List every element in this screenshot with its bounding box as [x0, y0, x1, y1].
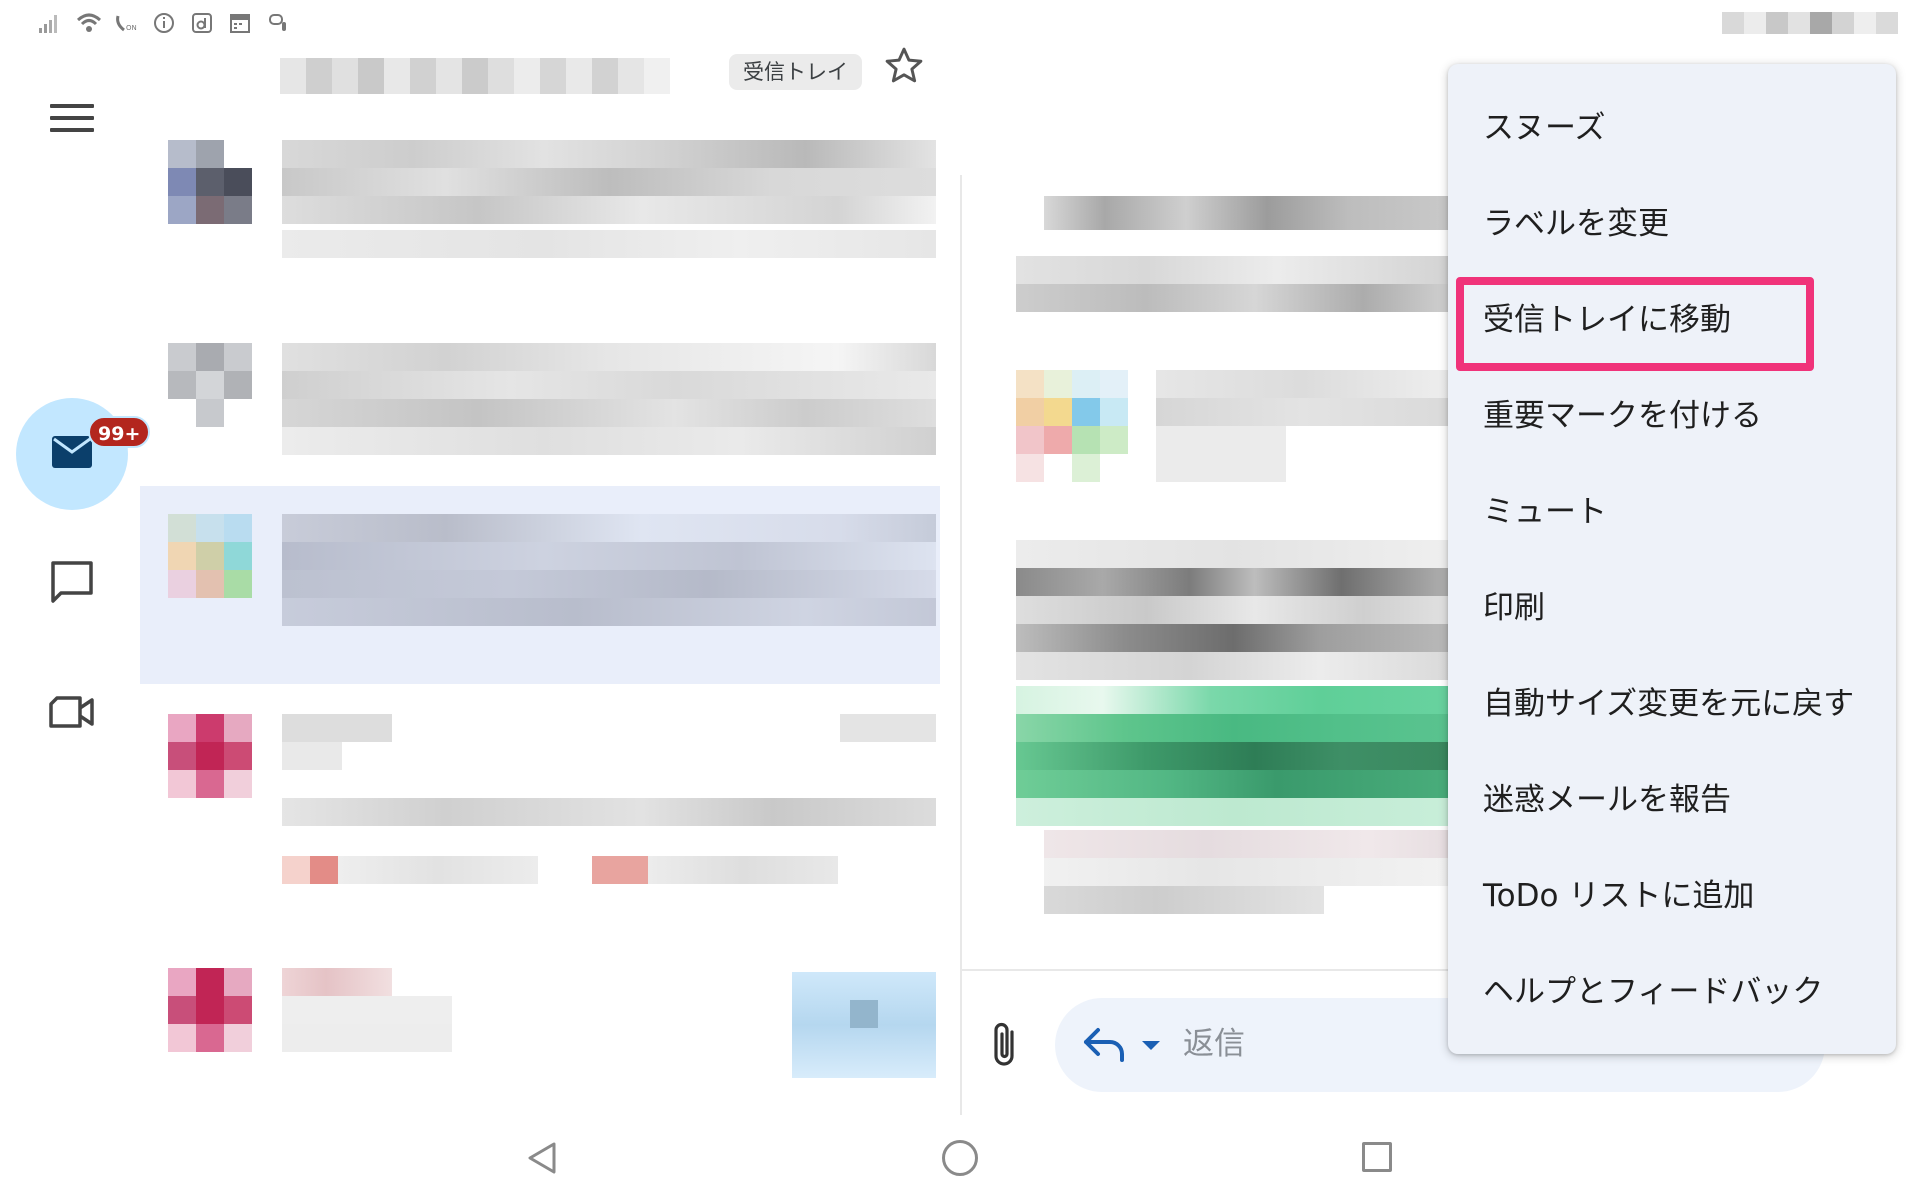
list-item[interactable] — [140, 315, 940, 475]
d-app-icon — [190, 12, 214, 36]
star-outline-icon[interactable] — [882, 44, 926, 88]
menu-item-print[interactable]: 印刷 — [1448, 560, 1896, 656]
highlight-annotation-box — [1456, 277, 1814, 371]
home-icon[interactable] — [942, 1140, 978, 1176]
mail-icon — [52, 436, 92, 468]
inbox-label-chip[interactable]: 受信トレイ — [729, 54, 862, 90]
back-icon[interactable] — [524, 1140, 560, 1176]
status-bar: ON — [0, 0, 1920, 50]
reply-placeholder: 返信 — [1183, 1026, 1245, 1062]
menu-item-change-labels[interactable]: ラベルを変更 — [1448, 176, 1896, 272]
pane-divider — [960, 175, 962, 1115]
list-item[interactable] — [140, 700, 940, 920]
menu-item-report-spam[interactable]: 迷惑メールを報告 — [1448, 752, 1896, 848]
chevron-down-icon[interactable] — [1140, 1038, 1162, 1052]
menu-item-add-to-tasks[interactable]: ToDo リストに追加 — [1448, 848, 1896, 944]
recents-icon[interactable] — [1362, 1142, 1392, 1172]
avatar — [168, 343, 196, 371]
mic-icon — [266, 12, 290, 36]
list-item-selected[interactable] — [140, 486, 940, 684]
list-item[interactable] — [140, 130, 940, 300]
avatar — [168, 714, 196, 742]
avatar — [168, 140, 196, 168]
meet-icon[interactable] — [48, 688, 96, 736]
overflow-menu: スヌーズ ラベルを変更 受信トレイに移動 重要マークを付ける ミュート 印刷 自… — [1448, 64, 1896, 1054]
avatar — [1016, 370, 1044, 398]
avatar — [168, 968, 196, 996]
rail-mail-button[interactable]: 99+ — [16, 398, 151, 510]
avatar — [168, 514, 196, 542]
signal-icon — [38, 12, 62, 36]
svg-text:ON: ON — [126, 24, 137, 32]
menu-item-mute[interactable]: ミュート — [1448, 464, 1896, 560]
hamburger-icon[interactable] — [50, 104, 94, 134]
volte-icon: ON — [114, 12, 138, 36]
menu-item-help-feedback[interactable]: ヘルプとフィードバック — [1448, 944, 1896, 1040]
status-right-blurred — [1722, 12, 1898, 34]
reply-divider — [962, 969, 1452, 971]
calendar-icon — [228, 12, 252, 36]
paperclip-icon[interactable] — [986, 1020, 1026, 1070]
reply-icon[interactable] — [1082, 1024, 1128, 1064]
menu-item-mark-important[interactable]: 重要マークを付ける — [1448, 368, 1896, 464]
thread-subject-blurred — [280, 58, 700, 94]
menu-item-revert-auto-sizing[interactable]: 自動サイズ変更を元に戻す — [1448, 656, 1896, 752]
list-item[interactable] — [140, 940, 940, 1110]
menu-item-snooze[interactable]: スヌーズ — [1448, 80, 1896, 176]
chat-icon[interactable] — [48, 558, 96, 606]
wifi-icon — [76, 12, 102, 36]
info-icon — [152, 12, 176, 36]
